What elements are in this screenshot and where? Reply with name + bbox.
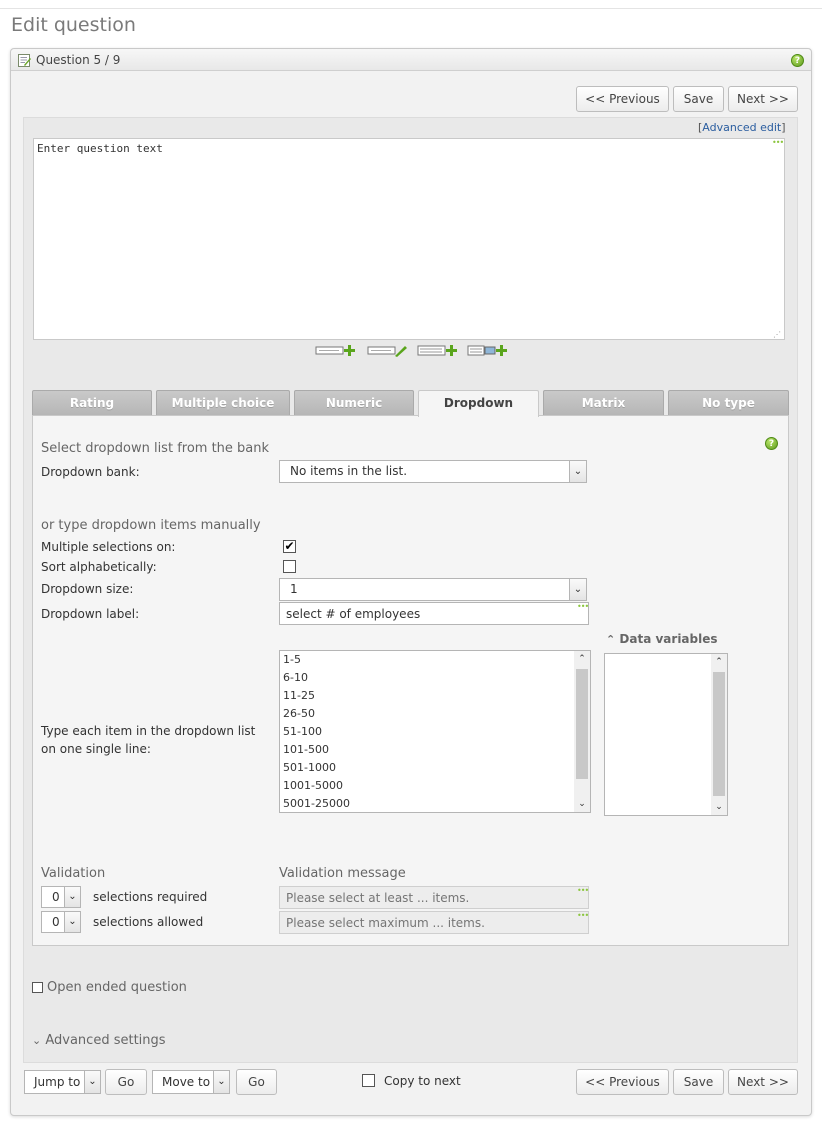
chevron-down-icon: ⌄ [213, 1071, 229, 1093]
list-item: 101-500 [283, 743, 329, 756]
advanced-settings-toggle[interactable]: ⌄ Advanced settings [32, 1033, 166, 1048]
validation-message-title: Validation message [279, 866, 406, 881]
data-variables-list[interactable]: ⌃ ⌄ [604, 653, 728, 816]
expand-dots-icon: ••• [577, 886, 589, 895]
data-variables-scrollbar[interactable]: ⌃ ⌄ [711, 654, 727, 815]
multiple-selections-label: Multiple selections on: [41, 540, 176, 554]
dropdown-label-label: Dropdown label: [41, 607, 140, 621]
dropdown-bank-select[interactable]: No items in the list. ⌄ [279, 460, 587, 483]
required-message-input[interactable] [279, 886, 589, 909]
sort-alphabetically-checkbox[interactable] [283, 560, 296, 573]
add-list-icon[interactable] [417, 344, 457, 357]
chevron-down-icon: ⌄ [84, 1071, 100, 1093]
add-image-field-icon[interactable] [467, 344, 507, 357]
double-chevron-down-icon: ⌄ [32, 1034, 42, 1047]
save-button-top[interactable]: Save [673, 86, 724, 112]
question-text-input[interactable]: Enter question text [33, 138, 785, 340]
chevron-down-icon: ⌄ [569, 461, 586, 482]
selections-required-label: selections required [93, 890, 208, 904]
open-ended-label[interactable]: Open ended question [47, 980, 187, 995]
open-ended-checkbox[interactable] [32, 982, 43, 993]
list-item: 26-50 [283, 707, 315, 720]
scroll-up-icon[interactable]: ⌃ [574, 651, 590, 667]
previous-button-bottom[interactable]: << Previous [576, 1069, 669, 1095]
dropdown-size-select[interactable]: 1 ⌄ [279, 578, 587, 601]
scroll-thumb[interactable] [713, 672, 725, 796]
sort-alphabetically-label: Sort alphabetically: [41, 560, 157, 574]
add-field-icon[interactable] [315, 344, 355, 357]
list-item: 51-100 [283, 725, 322, 738]
scroll-thumb[interactable] [576, 669, 588, 779]
validation-title: Validation [41, 866, 106, 881]
allowed-message-input[interactable] [279, 911, 589, 934]
bank-section-title: Select dropdown list from the bank [41, 441, 270, 456]
move-go-button[interactable]: Go [236, 1069, 277, 1095]
advanced-edit: [Advanced edit] [698, 121, 786, 134]
chevron-down-icon: ⌄ [64, 887, 80, 907]
edit-note-icon [18, 54, 31, 67]
scroll-down-icon[interactable]: ⌄ [711, 799, 727, 815]
move-to-select[interactable]: Move to ⌄ [152, 1070, 230, 1094]
tab-matrix[interactable]: Matrix [543, 390, 664, 415]
selections-allowed-select[interactable]: 0 ⌄ [41, 911, 81, 933]
previous-button-top[interactable]: << Previous [576, 86, 669, 112]
dropdown-label-input[interactable] [279, 602, 589, 625]
list-item: 11-25 [283, 689, 315, 702]
list-item: 5001-25000 [283, 797, 350, 810]
jump-to-select[interactable]: Jump to ⌄ [24, 1070, 101, 1094]
multiple-selections-checkbox[interactable]: ✔ [283, 540, 296, 553]
copy-to-next-label: Copy to next [384, 1074, 461, 1088]
resize-grip-icon[interactable]: ⋰ [773, 330, 781, 339]
chevron-down-icon: ⌄ [569, 579, 586, 600]
scroll-down-icon[interactable]: ⌄ [574, 796, 590, 812]
help-icon[interactable]: ? [791, 54, 804, 67]
items-scrollbar[interactable]: ⌃ ⌄ [574, 651, 590, 812]
tab-no-type[interactable]: No type [668, 390, 789, 415]
items-label: Type each item in the dropdown list on o… [41, 724, 256, 756]
copy-to-next-checkbox[interactable] [362, 1074, 375, 1087]
edit-field-icon[interactable] [367, 344, 407, 357]
next-button-bottom[interactable]: Next >> [728, 1069, 798, 1095]
chevron-down-icon: ⌄ [64, 912, 80, 932]
scroll-up-icon[interactable]: ⌃ [711, 654, 727, 670]
tab-dropdown[interactable]: Dropdown [418, 390, 539, 417]
dropdown-bank-label: Dropdown bank: [41, 465, 140, 479]
dropdown-size-label: Dropdown size: [41, 582, 134, 596]
save-button-bottom[interactable]: Save [673, 1069, 724, 1095]
selections-required-select[interactable]: 0 ⌄ [41, 886, 81, 908]
list-item: 1-5 [283, 653, 301, 666]
dropdown-items-textarea[interactable]: 1-5 6-10 11-25 26-50 51-100 101-500 501-… [279, 650, 591, 813]
question-counter: Question 5 / 9 [36, 53, 121, 67]
manual-section-title: or type dropdown items manually [41, 518, 261, 533]
tab-rating[interactable]: Rating [32, 390, 152, 415]
top-divider [0, 8, 822, 9]
dropdown-help-icon[interactable]: ? [765, 437, 778, 450]
expand-dots-icon: ••• [772, 138, 784, 147]
tab-numeric[interactable]: Numeric [294, 390, 414, 415]
double-chevron-up-icon: ⌃ [606, 633, 616, 646]
tab-multiple-choice[interactable]: Multiple choice [156, 390, 290, 415]
list-item: 6-10 [283, 671, 308, 684]
list-item: 501-1000 [283, 761, 336, 774]
list-item: 1001-5000 [283, 779, 343, 792]
expand-dots-icon: ••• [577, 602, 589, 611]
next-button-top[interactable]: Next >> [728, 86, 798, 112]
advanced-edit-link[interactable]: Advanced edit [702, 121, 781, 134]
page-title: Edit question [11, 14, 136, 36]
jump-go-button[interactable]: Go [105, 1069, 147, 1095]
data-variables-toggle[interactable]: ⌃ Data variables [606, 632, 718, 646]
expand-dots-icon: ••• [577, 911, 589, 920]
panel-header [11, 49, 811, 71]
selections-allowed-label: selections allowed [93, 915, 204, 929]
